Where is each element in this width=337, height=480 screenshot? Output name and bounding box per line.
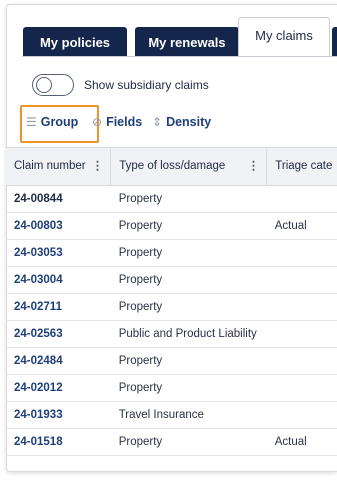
claim-number-cell[interactable]: 24-00803 bbox=[6, 212, 111, 240]
claim-number[interactable]: 24-00844 bbox=[14, 193, 63, 205]
loss-type-cell: Property bbox=[110, 293, 267, 321]
loss-type-cell: Property bbox=[110, 374, 267, 402]
claim-number[interactable]: 24-02484 bbox=[14, 355, 63, 367]
table-row[interactable]: 24-03004 Property bbox=[6, 266, 337, 294]
column-menu-icon[interactable]: ⋮ bbox=[92, 160, 103, 173]
triage-cell bbox=[266, 320, 337, 348]
tab-more[interactable] bbox=[332, 27, 337, 57]
subsidiary-claims-toggle[interactable] bbox=[32, 74, 74, 96]
claims-table: Claim number ⋮ Type of loss/damage ⋮ Tri… bbox=[6, 147, 337, 456]
loss-type-cell: Property bbox=[110, 185, 267, 213]
claim-number-cell[interactable]: 24-00844 bbox=[6, 185, 111, 213]
table-row[interactable]: 24-03053 Property bbox=[6, 239, 337, 267]
table-row[interactable]: 24-01518 Property Actual bbox=[6, 428, 337, 456]
subsidiary-claims-toggle-row: Show subsidiary claims bbox=[32, 74, 209, 96]
claim-number-cell[interactable]: 24-03004 bbox=[6, 266, 111, 294]
loss-type-cell: Property bbox=[110, 212, 267, 240]
table-row[interactable]: 24-02711 Property bbox=[6, 293, 337, 321]
table-row[interactable]: 24-02484 Property bbox=[6, 347, 337, 375]
fields-button[interactable]: ⊘ Fields bbox=[92, 115, 142, 129]
claim-number[interactable]: 24-03053 bbox=[14, 247, 63, 259]
triage-cell bbox=[266, 239, 337, 267]
header-claim-number[interactable]: Claim number ⋮ bbox=[6, 147, 111, 186]
claim-number-cell[interactable]: 24-02012 bbox=[6, 374, 111, 402]
header-type-of-loss-label: Type of loss/damage bbox=[119, 160, 226, 172]
header-triage-category[interactable]: Triage cate bbox=[266, 147, 337, 186]
loss-type-cell: Public and Product Liability bbox=[110, 320, 267, 348]
triage-cell bbox=[266, 266, 337, 294]
header-triage-label: Triage cate bbox=[275, 160, 333, 172]
triage-cell bbox=[266, 374, 337, 402]
grid-toolbar: ☰ Group ⊘ Fields ⇕ Density bbox=[20, 105, 320, 143]
header-claim-number-label: Claim number bbox=[14, 160, 86, 172]
table-header-row: Claim number ⋮ Type of loss/damage ⋮ Tri… bbox=[6, 147, 337, 186]
table-row[interactable]: 24-00844 Property bbox=[6, 185, 337, 213]
triage-cell bbox=[266, 293, 337, 321]
claim-number[interactable]: 24-03004 bbox=[14, 274, 63, 286]
loss-type-cell: Property bbox=[110, 266, 267, 294]
triage-cell: Actual bbox=[266, 428, 337, 456]
triage-cell bbox=[266, 401, 337, 429]
claim-number[interactable]: 24-02711 bbox=[14, 301, 62, 313]
fields-label: Fields bbox=[106, 115, 143, 129]
density-label: Density bbox=[166, 115, 212, 129]
loss-type-cell: Property bbox=[110, 347, 267, 375]
header-type-of-loss[interactable]: Type of loss/damage ⋮ bbox=[110, 147, 267, 186]
table-row[interactable]: 24-02563 Public and Product Liability bbox=[6, 320, 337, 348]
group-label: Group bbox=[40, 115, 79, 129]
density-arrows-icon: ⇕ bbox=[152, 115, 163, 129]
hidden-eye-icon: ⊘ bbox=[92, 115, 103, 129]
group-lines-icon: ☰ bbox=[26, 115, 37, 129]
tab-my-policies[interactable]: My policies bbox=[23, 27, 127, 57]
loss-type-cell: Property bbox=[110, 428, 267, 456]
claim-number-cell[interactable]: 24-01933 bbox=[6, 401, 111, 429]
toggle-knob bbox=[36, 77, 52, 93]
tab-my-renewals[interactable]: My renewals bbox=[135, 27, 239, 57]
claim-number-cell[interactable]: 24-02711 bbox=[6, 293, 111, 321]
tab-divider bbox=[22, 56, 337, 57]
claim-number[interactable]: 24-02563 bbox=[14, 328, 63, 340]
claim-number[interactable]: 24-01933 bbox=[14, 409, 63, 421]
claim-number[interactable]: 24-01518 bbox=[14, 436, 63, 448]
toggle-label: Show subsidiary claims bbox=[84, 78, 209, 92]
claim-number-cell[interactable]: 24-03053 bbox=[6, 239, 111, 267]
claim-number-cell[interactable]: 24-01518 bbox=[6, 428, 111, 456]
table-row[interactable]: 24-01933 Travel Insurance bbox=[6, 401, 337, 429]
claim-number-cell[interactable]: 24-02563 bbox=[6, 320, 111, 348]
table-row[interactable]: 24-02012 Property bbox=[6, 374, 337, 402]
claim-number[interactable]: 24-02012 bbox=[14, 382, 63, 394]
loss-type-cell: Property bbox=[110, 239, 267, 267]
table-row[interactable]: 24-00803 Property Actual bbox=[6, 212, 337, 240]
triage-cell bbox=[266, 185, 337, 213]
triage-cell: Actual bbox=[266, 212, 337, 240]
claim-number[interactable]: 24-00803 bbox=[14, 220, 63, 232]
loss-type-cell: Travel Insurance bbox=[110, 401, 267, 429]
claim-number-cell[interactable]: 24-02484 bbox=[6, 347, 111, 375]
tab-bar: My policies My renewals My claims bbox=[14, 17, 337, 57]
tab-my-claims[interactable]: My claims bbox=[238, 17, 330, 57]
triage-cell bbox=[266, 347, 337, 375]
density-button[interactable]: ⇕ Density bbox=[152, 115, 211, 129]
column-menu-icon[interactable]: ⋮ bbox=[248, 160, 259, 173]
group-button[interactable]: ☰ Group bbox=[26, 115, 78, 129]
